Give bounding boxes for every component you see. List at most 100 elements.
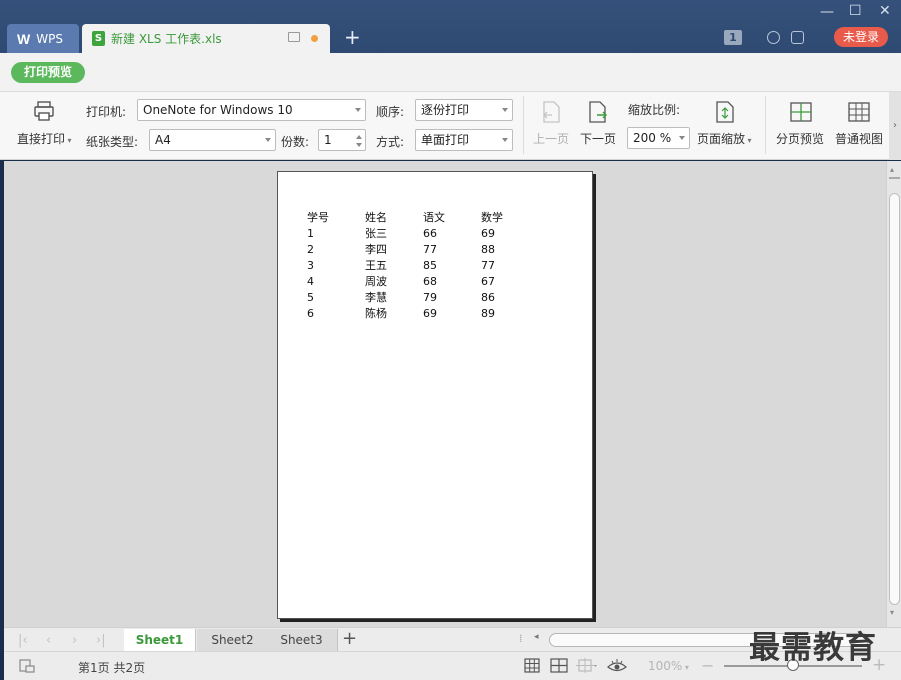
table-cell: 68 — [423, 274, 437, 288]
table-cell: 69 — [481, 226, 495, 240]
scroll-top-icon[interactable] — [889, 177, 900, 179]
table-cell: 王五 — [365, 259, 387, 272]
window-count-badge[interactable]: 1 — [724, 30, 742, 45]
first-sheet-icon[interactable]: |‹ — [18, 633, 28, 648]
normal-view-icon[interactable] — [847, 101, 871, 123]
chevron-down-icon — [679, 136, 685, 140]
wps-tab-label: WPS — [36, 31, 63, 46]
next-page-icon[interactable] — [587, 100, 609, 124]
page-break-preview-icon[interactable] — [789, 101, 813, 123]
table-cell: 4 — [307, 274, 314, 288]
grid-view-icon[interactable] — [524, 658, 540, 673]
sheet-tab-2[interactable]: Sheet2 — [197, 629, 269, 651]
paper-type-label: 纸张类型: — [86, 135, 139, 149]
page-zoom-label: 页面缩放 — [697, 132, 746, 146]
paper-type-value: A4 — [155, 133, 171, 147]
scroll-left-icon[interactable]: ◂ — [534, 632, 539, 642]
prev-page-button[interactable]: 上一页 — [533, 130, 569, 147]
prev-sheet-icon[interactable]: ‹ — [46, 633, 51, 648]
chevron-down-icon — [502, 108, 508, 112]
toolbar-divider — [523, 96, 524, 154]
feedback-icon[interactable] — [791, 31, 804, 44]
preview-table: 学号 姓名 语文 数学 1 张三 66 69 2 李四 77 88 3 王五 8… — [307, 209, 539, 321]
table-cell: 67 — [481, 274, 495, 288]
maximize-icon[interactable]: ☐ — [849, 3, 862, 19]
stepper-down-icon[interactable] — [356, 143, 362, 147]
stepper-up-icon[interactable] — [356, 135, 362, 139]
login-button[interactable]: 未登录 — [834, 27, 888, 47]
next-sheet-icon[interactable]: › — [72, 633, 77, 648]
column-header: 数学 — [481, 211, 503, 224]
page-break-view-icon[interactable] — [550, 658, 568, 673]
printer-icon[interactable] — [33, 100, 55, 122]
skin-icon[interactable] — [767, 31, 780, 44]
printer-value: OneNote for Windows 10 — [143, 103, 293, 117]
table-row: 4 周波 68 67 — [307, 273, 539, 289]
vertical-scrollbar[interactable]: ▴ ▾ — [886, 161, 901, 627]
chevron-down-icon: ▾ — [682, 663, 689, 672]
direct-print-label: 直接打印 — [17, 132, 66, 146]
chevron-down-icon: ▾ — [745, 136, 752, 145]
close-icon[interactable]: ✕ — [879, 3, 891, 19]
monitor-icon[interactable] — [288, 32, 300, 42]
table-row: 6 陈杨 69 89 — [307, 305, 539, 321]
table-cell: 3 — [307, 258, 314, 272]
prev-page-icon[interactable] — [540, 100, 562, 124]
sheet-tab-1[interactable]: Sheet1 — [124, 629, 196, 651]
title-bar: W WPS S 新建 XLS 工作表.xls + — ☐ ✕ 1 未登录 — [0, 0, 901, 53]
new-tab-plus-icon[interactable]: + — [344, 26, 361, 48]
chevron-down-icon — [355, 108, 361, 112]
scroll-up-icon[interactable]: ▴ — [890, 165, 894, 174]
minimize-icon[interactable]: — — [820, 4, 834, 20]
vertical-scroll-thumb[interactable] — [889, 193, 900, 605]
toolbar-scroll-right-icon[interactable]: › — [889, 92, 901, 160]
next-page-button[interactable]: 下一页 — [580, 130, 616, 147]
print-preview-toolbar: 直接打印 ▾ 打印机: OneNote for Windows 10 纸张类型:… — [0, 92, 901, 160]
copies-stepper[interactable]: 1 — [318, 129, 366, 151]
page-zoom-button[interactable]: 页面缩放 ▾ — [697, 130, 752, 147]
table-cell: 李慧 — [365, 291, 387, 304]
print-order-select[interactable]: 逐份打印 — [415, 99, 513, 121]
table-cell: 李四 — [365, 243, 387, 256]
page-zoom-icon[interactable] — [714, 100, 736, 124]
column-header: 姓名 — [365, 211, 387, 224]
copies-label: 份数: — [281, 135, 310, 149]
zoom-level[interactable]: 100% ▾ — [648, 659, 689, 673]
watermark: 最需教育 — [749, 630, 877, 666]
table-cell: 5 — [307, 290, 314, 304]
page-indicator: 第1页 共2页 — [78, 661, 146, 675]
page-break-preview-button[interactable]: 分页预览 — [776, 130, 824, 147]
print-order-value: 逐份打印 — [421, 103, 470, 117]
direct-print-button[interactable]: 直接打印 ▾ — [17, 130, 72, 147]
normal-view-button[interactable]: 普通视图 — [835, 130, 883, 147]
zoom-ratio-select[interactable]: 200 % — [627, 127, 690, 149]
spreadsheet-icon: S — [92, 31, 105, 46]
printer-label: 打印机: — [86, 105, 127, 119]
macro-icon[interactable] — [18, 658, 36, 674]
document-tab[interactable]: S 新建 XLS 工作表.xls — [82, 24, 330, 53]
add-sheet-icon[interactable]: + — [342, 628, 357, 649]
paper-type-select[interactable]: A4 — [149, 129, 276, 151]
chevron-down-icon — [265, 138, 271, 142]
wps-logo-icon: W — [17, 30, 31, 47]
reading-layout-icon[interactable] — [576, 658, 598, 673]
zoom-ratio-value: 200 % — [633, 131, 672, 145]
zoom-out-icon[interactable]: − — [701, 656, 714, 675]
table-header-row: 学号 姓名 语文 数学 — [307, 209, 539, 225]
table-row: 5 李慧 79 86 — [307, 289, 539, 305]
chevron-down-icon: ▾ — [65, 136, 72, 145]
table-cell: 86 — [481, 290, 495, 304]
wps-home-tab[interactable]: W WPS — [7, 24, 79, 53]
table-row: 1 张三 66 69 — [307, 225, 539, 241]
table-cell: 85 — [423, 258, 437, 272]
last-sheet-icon[interactable]: ›| — [96, 633, 106, 648]
print-preview-tab[interactable]: 打印预览 — [11, 62, 85, 83]
print-method-select[interactable]: 单面打印 — [415, 129, 513, 151]
scroll-down-icon[interactable]: ▾ — [890, 608, 894, 617]
eye-protection-icon[interactable] — [607, 658, 627, 674]
print-method-value: 单面打印 — [421, 133, 470, 147]
table-cell: 张三 — [365, 227, 387, 240]
splitter-icon[interactable]: ⁞ — [519, 632, 523, 645]
sheet-tab-3[interactable]: Sheet3 — [266, 629, 338, 651]
printer-select[interactable]: OneNote for Windows 10 — [137, 99, 366, 121]
